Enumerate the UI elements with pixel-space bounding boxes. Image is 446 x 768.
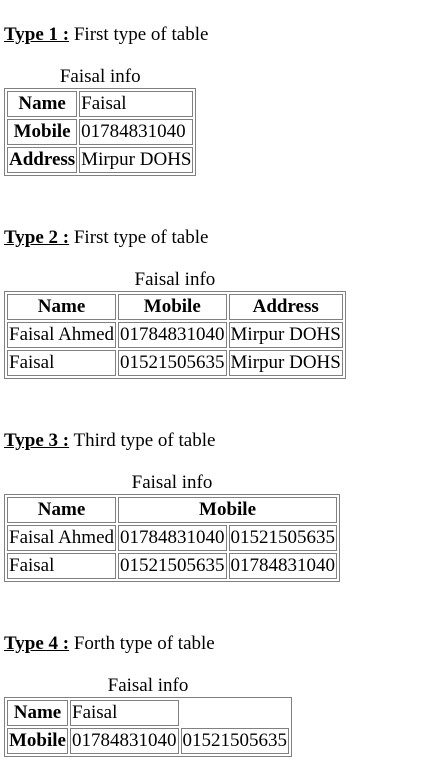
cell-name: Faisal Ahmed [7, 525, 117, 551]
section-heading: Type 1 : First type of table [4, 24, 208, 46]
column-header-mobile: Mobile [118, 294, 227, 320]
table-caption: Faisal info [59, 66, 141, 87]
cell-name-value: Faisal [79, 91, 194, 117]
section-type-4: Type 4 : Forth type of table Faisal info… [4, 633, 292, 757]
cell-name: Faisal [7, 350, 117, 376]
section-heading: Type 3 : Third type of table [4, 430, 340, 452]
section-description: Forth type of table [69, 633, 215, 654]
cell-mobile: 01521505635 [118, 350, 227, 376]
section-type-3: Type 3 : Third type of table Faisal info… [4, 430, 341, 582]
cell-address-value: Mirpur DOHS [79, 147, 194, 173]
cell-address: Mirpur DOHS [228, 322, 343, 348]
row-header-name: Name [7, 91, 78, 117]
table-row: Faisal Ahmed 01784831040 01521505635 [7, 525, 338, 551]
info-table-type-1: Faisal info Name Faisal Mobile 017848310… [4, 66, 197, 176]
table-caption: Faisal info [131, 472, 213, 493]
row-header-name: Name [7, 700, 68, 726]
section-label: Type 1 : [4, 24, 70, 45]
cell-mobile-value: 01784831040 [79, 119, 194, 145]
cell-name-value: Faisal [70, 700, 179, 726]
table-row: Mobile 01784831040 [7, 119, 194, 145]
table-caption: Faisal info [107, 675, 189, 696]
info-table-type-4: Faisal info Name Faisal Mobile 017848310… [4, 675, 292, 757]
info-table-type-2: Faisal info Name Mobile Address Faisal A… [4, 269, 346, 379]
cell-mobile-1: 01521505635 [118, 553, 227, 579]
cell-address: Mirpur DOHS [228, 350, 343, 376]
column-header-name: Name [7, 294, 117, 320]
section-type-2: Type 2 : First type of table Faisal info… [4, 227, 346, 379]
table-row: Name Faisal [7, 91, 194, 117]
row-header-mobile: Mobile [7, 119, 78, 145]
section-description: Third type of table [69, 430, 216, 451]
section-description: First type of table [69, 24, 209, 45]
table-caption: Faisal info [134, 269, 216, 290]
section-description: First type of table [69, 227, 209, 248]
table-header-row: Name Mobile [7, 497, 338, 523]
table-row: Address Mirpur DOHS [7, 147, 194, 173]
table-row: Faisal Ahmed 01784831040 Mirpur DOHS [7, 322, 343, 348]
cell-mobile-1: 01784831040 [70, 728, 179, 754]
cell-mobile-1: 01784831040 [118, 525, 227, 551]
section-type-1: Type 1 : First type of table Faisal info… [4, 24, 208, 176]
cell-name: Faisal Ahmed [7, 322, 117, 348]
table-row: Name Faisal [7, 700, 289, 726]
section-heading: Type 4 : Forth type of table [4, 633, 292, 655]
table-row: Mobile 01784831040 01521505635 [7, 728, 289, 754]
column-header-mobile: Mobile [118, 497, 338, 523]
table-header-row: Name Mobile Address [7, 294, 343, 320]
section-heading: Type 2 : First type of table [4, 227, 346, 249]
cell-mobile-2: 01521505635 [228, 525, 338, 551]
section-label: Type 3 : [4, 430, 70, 451]
column-header-name: Name [7, 497, 117, 523]
cell-name: Faisal [7, 553, 117, 579]
section-label: Type 4 : [4, 633, 70, 654]
column-header-address: Address [228, 294, 343, 320]
info-table-type-3: Faisal info Name Mobile Faisal Ahmed 017… [4, 472, 341, 582]
cell-mobile: 01784831040 [118, 322, 227, 348]
table-row: Faisal 01521505635 Mirpur DOHS [7, 350, 343, 376]
section-label: Type 2 : [4, 227, 70, 248]
table-row: Faisal 01521505635 01784831040 [7, 553, 338, 579]
row-header-address: Address [7, 147, 78, 173]
row-header-mobile: Mobile [7, 728, 68, 754]
cell-mobile-2: 01784831040 [228, 553, 338, 579]
cell-mobile-2: 01521505635 [180, 728, 289, 754]
